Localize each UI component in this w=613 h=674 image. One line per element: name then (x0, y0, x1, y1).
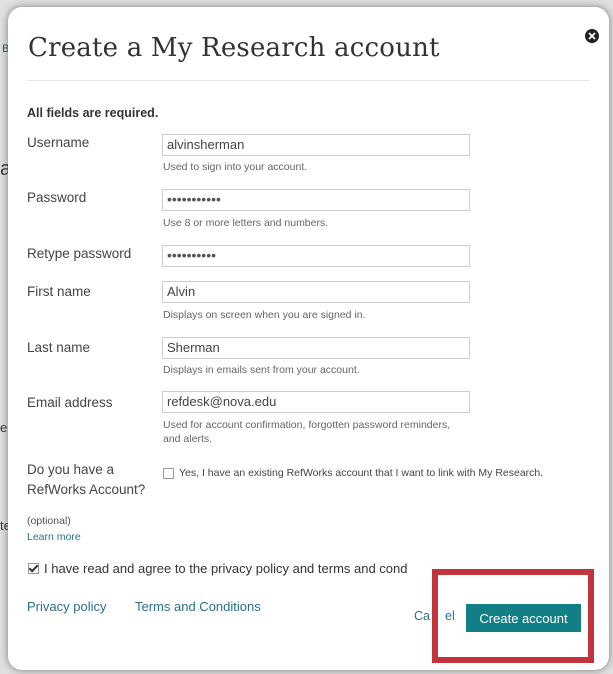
refworks-checkbox[interactable] (163, 468, 174, 479)
agreement-checkbox[interactable] (28, 563, 39, 574)
first-name-value: Alvin (167, 284, 196, 299)
username-input[interactable]: alvinsherman (162, 134, 470, 156)
first-name-input[interactable]: Alvin (162, 281, 470, 303)
last-name-label: Last name (27, 340, 91, 355)
email-hint-line2: and alerts. (163, 433, 213, 445)
email-value: refdesk@nova.edu (167, 394, 277, 409)
last-name-input[interactable]: Sherman (162, 337, 470, 359)
last-name-value: Sherman (167, 340, 220, 355)
learn-more-link[interactable]: Learn more (27, 531, 81, 543)
email-hint-line1: Used for account confirmation, forgotten… (163, 419, 451, 431)
title-divider (28, 80, 589, 81)
password-hint: Use 8 or more letters and numbers. (163, 217, 329, 229)
retype-password-label: Retype password (27, 246, 132, 261)
password-input[interactable]: ••••••••••• (162, 189, 470, 211)
refworks-question-line2: RefWorks Account? (27, 482, 146, 497)
first-name-label: First name (27, 284, 91, 299)
username-label: Username (27, 135, 90, 150)
agreement-label: I have read and agree to the privacy pol… (44, 561, 408, 576)
password-value: ••••••••••• (167, 191, 221, 207)
optional-note: (optional) (27, 515, 71, 527)
refworks-checkbox-label: Yes, I have an existing RefWorks account… (179, 467, 544, 479)
last-name-hint: Displays in emails sent from your accoun… (163, 364, 360, 376)
retype-password-input[interactable]: •••••••••• (162, 245, 470, 267)
terms-link[interactable]: Terms and Conditions (135, 599, 261, 614)
refworks-question-line1: Do you have a (27, 462, 115, 477)
email-input[interactable]: refdesk@nova.edu (162, 391, 470, 413)
first-name-hint: Displays on screen when you are signed i… (163, 309, 366, 321)
cancel-link-part1[interactable]: Ca (414, 609, 430, 623)
required-note: All fields are required. (27, 106, 159, 120)
modal-title: Create a My Research account (28, 33, 440, 63)
privacy-policy-link[interactable]: Privacy policy (27, 599, 106, 614)
close-icon[interactable] (585, 29, 599, 43)
highlight-annotation (432, 569, 594, 663)
retype-password-value: •••••••••• (167, 247, 217, 263)
email-label: Email address (27, 395, 113, 410)
password-label: Password (27, 190, 87, 205)
username-value: alvinsherman (167, 137, 245, 152)
username-hint: Used to sign into your account. (163, 161, 308, 173)
